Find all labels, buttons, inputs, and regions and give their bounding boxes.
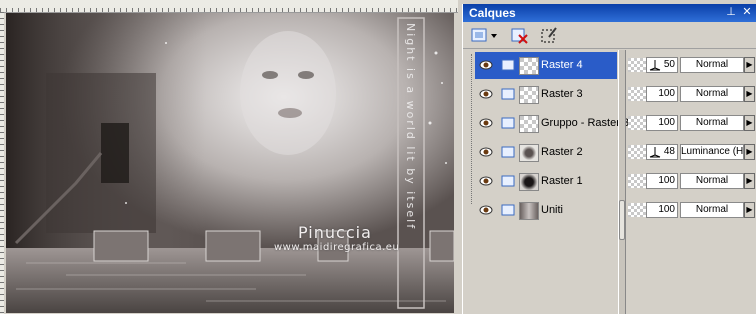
- opacity-field[interactable]: 48: [646, 144, 678, 160]
- canvas-area[interactable]: Pinuccia www.maidiregrafica.eu Night is …: [0, 0, 458, 314]
- raster-layer-icon: [501, 175, 515, 187]
- layer-thumbnail: [519, 86, 539, 104]
- blend-dropdown-arrow-icon[interactable]: ▶: [744, 202, 755, 218]
- layer-list: Raster 4 Raster 3 Gruppo - Raster 3 Rast…: [463, 50, 629, 314]
- layer-name: Raster 4: [541, 59, 583, 71]
- blend-mode-select[interactable]: Normal: [680, 115, 744, 131]
- edit-selection-button[interactable]: [539, 25, 559, 45]
- blend-dropdown-arrow-icon[interactable]: ▶: [744, 86, 755, 102]
- palette-title: Calques: [469, 6, 516, 20]
- layer-property-row: 100 Normal ▶: [626, 81, 756, 108]
- horizontal-ruler: [0, 0, 458, 13]
- artwork-image[interactable]: Pinuccia www.maidiregrafica.eu Night is …: [6, 13, 454, 313]
- layer-row[interactable]: Gruppo - Raster 3: [475, 110, 629, 137]
- panel-splitter[interactable]: [618, 50, 626, 314]
- raster-layer-icon: [501, 146, 515, 158]
- layer-property-row: 48 Luminance (H) ▶: [626, 139, 756, 166]
- signature-name: Pinuccia: [298, 223, 372, 242]
- raster-layer-icon: [501, 117, 515, 129]
- vertical-ruler: [0, 12, 4, 314]
- layer-row[interactable]: Uniti: [475, 197, 617, 224]
- transparency-thumbnail: [628, 203, 646, 217]
- transparency-thumbnail: [628, 87, 646, 101]
- signature-url: www.maidiregrafica.eu: [274, 242, 400, 253]
- blend-mode-select[interactable]: Luminance (H): [680, 144, 744, 160]
- blend-mode-select[interactable]: Normal: [680, 86, 744, 102]
- layer-row[interactable]: Raster 3: [475, 81, 617, 108]
- layer-name: Raster 3: [541, 88, 583, 100]
- blend-dropdown-arrow-icon[interactable]: ▶: [744, 115, 755, 131]
- layer-name: Gruppo - Raster 3: [541, 117, 630, 129]
- delete-layer-button[interactable]: [509, 25, 529, 45]
- palette-toolbar: [463, 22, 756, 49]
- layer-thumbnail: [519, 173, 539, 191]
- layer-property-row: 50 Normal ▶: [626, 52, 756, 79]
- vertical-caption: Night is a world lit by itself: [404, 23, 417, 231]
- opacity-value: 100: [658, 88, 675, 99]
- close-icon[interactable]: ✕: [741, 6, 753, 18]
- layer-name: Raster 1: [541, 175, 583, 187]
- transparency-thumbnail: [628, 116, 646, 130]
- layer-property-row: 100 Normal ▶: [626, 168, 756, 195]
- opacity-slider-icon: [649, 147, 661, 158]
- blend-dropdown-arrow-icon[interactable]: ▶: [744, 57, 755, 73]
- layer-properties: 50 Normal ▶ 100 Normal ▶ 100 Normal ▶ 48…: [626, 50, 756, 314]
- delete-layer-icon: [511, 28, 528, 44]
- opacity-value: 48: [663, 146, 675, 157]
- opacity-value: 50: [663, 59, 675, 70]
- tree-line: [471, 54, 473, 204]
- eye-icon[interactable]: [479, 117, 493, 129]
- blend-dropdown-arrow-icon[interactable]: ▶: [744, 144, 755, 160]
- opacity-field[interactable]: 50: [646, 57, 678, 73]
- layer-row[interactable]: Raster 1: [475, 168, 617, 195]
- opacity-field[interactable]: 100: [646, 202, 678, 218]
- blend-mode-select[interactable]: Normal: [680, 57, 744, 73]
- splitter-handle[interactable]: [619, 200, 625, 240]
- raster-layer-icon: [501, 59, 515, 71]
- eye-icon[interactable]: [479, 146, 493, 158]
- blend-mode-select[interactable]: Normal: [680, 202, 744, 218]
- artwork-graphic: [6, 13, 454, 313]
- eye-icon[interactable]: [479, 204, 493, 216]
- layer-property-row: 100 Normal ▶: [626, 197, 756, 224]
- blend-dropdown-arrow-icon[interactable]: ▶: [744, 173, 755, 189]
- layer-property-row: 100 Normal ▶: [626, 110, 756, 137]
- layer-thumbnail: [519, 115, 539, 133]
- palette-titlebar[interactable]: Calques ⊥ ✕: [463, 4, 756, 22]
- opacity-field[interactable]: 100: [646, 173, 678, 189]
- layer-name: Raster 2: [541, 146, 583, 158]
- opacity-field[interactable]: 100: [646, 86, 678, 102]
- raster-layer-icon: [501, 204, 515, 216]
- new-layer-icon: [471, 28, 497, 42]
- layer-thumbnail: [519, 57, 539, 75]
- layer-row[interactable]: Raster 4: [475, 52, 617, 79]
- opacity-value: 100: [658, 117, 675, 128]
- layer-thumbnail: [519, 202, 539, 220]
- blend-mode-select[interactable]: Normal: [680, 173, 744, 189]
- eye-icon[interactable]: [479, 175, 493, 187]
- transparency-thumbnail: [628, 145, 646, 159]
- layer-name: Uniti: [541, 204, 564, 216]
- transparency-thumbnail: [628, 58, 646, 72]
- opacity-value: 100: [658, 175, 675, 186]
- edit-selection-icon: [541, 27, 557, 43]
- opacity-value: 100: [658, 204, 675, 215]
- pin-icon[interactable]: ⊥: [725, 6, 737, 18]
- layer-row[interactable]: Raster 2: [475, 139, 617, 166]
- transparency-thumbnail: [628, 174, 646, 188]
- opacity-slider-icon: [649, 60, 661, 71]
- new-layer-button[interactable]: [469, 25, 499, 45]
- layers-palette: Calques ⊥ ✕ Raster 4 Raster 3 Gruppo - R…: [462, 4, 756, 314]
- eye-icon[interactable]: [479, 59, 493, 71]
- layer-thumbnail: [519, 144, 539, 162]
- raster-layer-icon: [501, 88, 515, 100]
- eye-icon[interactable]: [479, 88, 493, 100]
- opacity-field[interactable]: 100: [646, 115, 678, 131]
